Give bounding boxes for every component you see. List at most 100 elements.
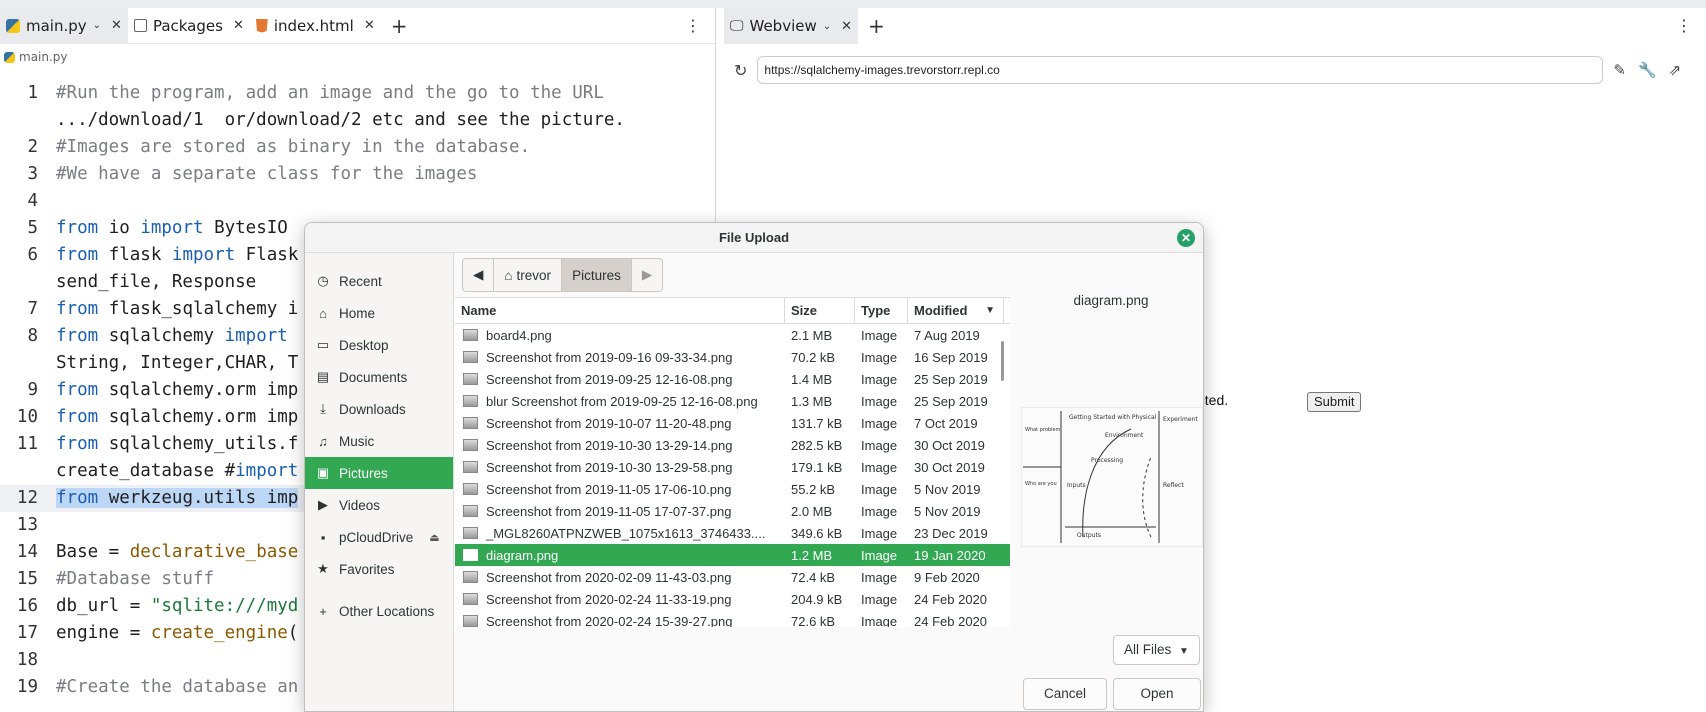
- code-line[interactable]: 1 #Run the program, add an image and the …: [0, 80, 715, 107]
- file-type-cell: Image: [861, 327, 898, 343]
- picture-icon: ▣: [316, 465, 330, 480]
- close-icon[interactable]: ✕: [111, 18, 122, 33]
- file-row[interactable]: blur Screenshot from 2019-09-25 12-16-08…: [455, 390, 1010, 412]
- place-pictures[interactable]: ▣ Pictures: [305, 457, 453, 489]
- scrollbar[interactable]: [1001, 341, 1004, 381]
- url-input[interactable]: https://sqlalchemy-images.trevorstorr.re…: [757, 56, 1604, 84]
- line-number: [0, 269, 44, 296]
- eject-icon[interactable]: ⏏: [429, 531, 439, 544]
- line-text: engine = create_engine(: [56, 623, 299, 643]
- external-link-icon[interactable]: ⇗: [1669, 61, 1682, 79]
- file-row[interactable]: Screenshot from 2020-02-24 15-39-27.png 7…: [455, 610, 1010, 627]
- line-text: String, Integer,CHAR, T: [56, 353, 299, 373]
- path-segment-home[interactable]: ⌂ trevor: [494, 259, 563, 291]
- more-options-icon[interactable]: ⋮: [1676, 16, 1692, 35]
- column-size[interactable]: Size: [785, 298, 855, 323]
- svg-text:Getting Started with Physical: Getting Started with Physical: [1069, 414, 1157, 421]
- breadcrumb-file[interactable]: main.py: [19, 50, 68, 64]
- add-tab-icon[interactable]: +: [858, 14, 895, 38]
- tab-main-py[interactable]: main.py ⌄ ✕: [0, 8, 128, 44]
- place-documents[interactable]: ▤ Documents: [305, 361, 453, 393]
- line-number: 7: [27, 299, 38, 319]
- place-favorites[interactable]: ★ Favorites: [305, 553, 453, 585]
- place-recent[interactable]: ◷ Recent: [305, 265, 453, 297]
- add-tab-icon[interactable]: +: [381, 14, 418, 38]
- file-row[interactable]: Screenshot from 2019-10-30 13-29-58.png 1…: [455, 456, 1010, 478]
- code-line[interactable]: 4: [0, 188, 715, 215]
- file-name-cell: Screenshot from 2019-10-30 13-29-58.png: [455, 460, 785, 475]
- close-icon[interactable]: ✕: [233, 18, 244, 33]
- file-size-cell: 204.9 kB: [791, 591, 843, 607]
- file-row[interactable]: Screenshot from 2019-09-25 12-16-08.png 1…: [455, 368, 1010, 390]
- file-row[interactable]: board4.png 2.1 MB Image 7 Aug 2019: [455, 324, 1010, 346]
- file-type-cell: Image: [861, 569, 898, 585]
- chevron-down-icon[interactable]: ⌄: [93, 20, 101, 31]
- close-icon[interactable]: ✕: [364, 18, 375, 33]
- open-button[interactable]: Open: [1113, 678, 1201, 710]
- document-icon: ▤: [316, 369, 330, 384]
- column-name[interactable]: Name: [455, 298, 785, 323]
- image-thumbnail-icon: [463, 483, 478, 495]
- line-text: from io import BytesIO: [56, 218, 288, 238]
- image-thumbnail-icon: [463, 527, 478, 539]
- place-pclouddrive[interactable]: ▪ pCloudDrive ⏏: [305, 521, 453, 553]
- line-number: 1: [27, 83, 38, 103]
- file-row[interactable]: Screenshot from 2019-11-05 17-07-37.png 2…: [455, 500, 1010, 522]
- pencil-icon[interactable]: ✎: [1613, 61, 1626, 79]
- place-other-locations[interactable]: + Other Locations: [305, 595, 453, 627]
- place-downloads[interactable]: ⤓ Downloads: [305, 393, 453, 425]
- chevron-down-icon[interactable]: ⌄: [823, 21, 831, 32]
- column-type[interactable]: Type: [855, 298, 908, 323]
- image-thumbnail-icon: [463, 373, 478, 385]
- place-videos[interactable]: ▶ Videos: [305, 489, 453, 521]
- file-row[interactable]: Screenshot from 2020-02-24 11-33-19.png 2…: [455, 588, 1010, 610]
- file-name: Screenshot from 2019-11-05 17-06-10.png: [486, 481, 732, 497]
- file-name-cell: Screenshot from 2020-02-24 15-39-27.png: [455, 614, 785, 627]
- file-row[interactable]: Screenshot from 2020-02-09 11-43-03.png 7…: [455, 566, 1010, 588]
- place-label: pCloudDrive: [339, 529, 414, 545]
- path-back-button[interactable]: ◀: [463, 259, 495, 291]
- file-modified-cell: 24 Feb 2020: [914, 613, 988, 628]
- path-forward-button[interactable]: ▶: [632, 259, 662, 291]
- more-options-icon[interactable]: ⋮: [685, 16, 701, 35]
- file-row[interactable]: Screenshot from 2019-10-07 11-20-48.png 1…: [455, 412, 1010, 434]
- close-icon[interactable]: ✕: [841, 19, 852, 34]
- file-name: Screenshot from 2019-10-30 13-29-14.png: [486, 437, 733, 453]
- line-number: 15: [16, 569, 38, 589]
- file-row[interactable]: _MGL8260ATPNZWEB_1075x1613_3746433.... 34…: [455, 522, 1010, 544]
- file-row[interactable]: Screenshot from 2019-09-16 09-33-34.png 7…: [455, 346, 1010, 368]
- submit-button[interactable]: Submit: [1307, 392, 1362, 412]
- cancel-button[interactable]: Cancel: [1023, 678, 1107, 710]
- line-number: 12: [16, 488, 38, 508]
- column-label: Modified: [914, 303, 968, 318]
- line-text: send_file, Response: [56, 272, 257, 292]
- reload-icon[interactable]: ↻: [734, 61, 747, 80]
- place-label: Favorites: [339, 561, 395, 577]
- file-type-filter[interactable]: All Files ▼: [1113, 635, 1200, 665]
- line-number: 8: [27, 326, 38, 346]
- file-size-cell: 1.4 MB: [791, 371, 833, 387]
- line-number: 3: [27, 164, 38, 184]
- code-line[interactable]: 3 #We have a separate class for the image…: [0, 161, 715, 188]
- file-row[interactable]: Screenshot from 2019-10-30 13-29-14.png 2…: [455, 434, 1010, 456]
- wrench-icon[interactable]: 🔧: [1638, 61, 1657, 79]
- place-label: Music: [339, 433, 375, 449]
- file-type-cell: Image: [861, 547, 898, 563]
- tab-index-html[interactable]: index.html ✕: [250, 8, 381, 44]
- close-icon[interactable]: ✕: [1177, 229, 1195, 247]
- file-type-cell: Image: [861, 393, 898, 409]
- tab-webview[interactable]: 🖵 Webview ⌄ ✕: [724, 8, 859, 44]
- code-line[interactable]: 2 #Images are stored as binary in the dat…: [0, 134, 715, 161]
- place-home[interactable]: ⌂ Home: [305, 297, 453, 329]
- svg-text:Inputs: Inputs: [1067, 482, 1086, 489]
- column-modified[interactable]: Modified ▼: [908, 298, 1004, 323]
- place-desktop[interactable]: ▭ Desktop: [305, 329, 453, 361]
- place-music[interactable]: ♫ Music: [305, 425, 453, 457]
- code-line[interactable]: .../download/1 or/download/2 etc and see…: [0, 107, 715, 134]
- path-segment-current[interactable]: Pictures: [562, 259, 632, 291]
- file-name-cell: diagram.png: [455, 548, 785, 563]
- tab-packages[interactable]: Packages ✕: [128, 8, 250, 44]
- file-row[interactable]: diagram.png 1.2 MB Image 19 Jan 2020: [455, 544, 1010, 566]
- file-row[interactable]: Screenshot from 2019-11-05 17-06-10.png 5…: [455, 478, 1010, 500]
- line-text: .../download/1 or/download/2 etc and see…: [56, 110, 625, 130]
